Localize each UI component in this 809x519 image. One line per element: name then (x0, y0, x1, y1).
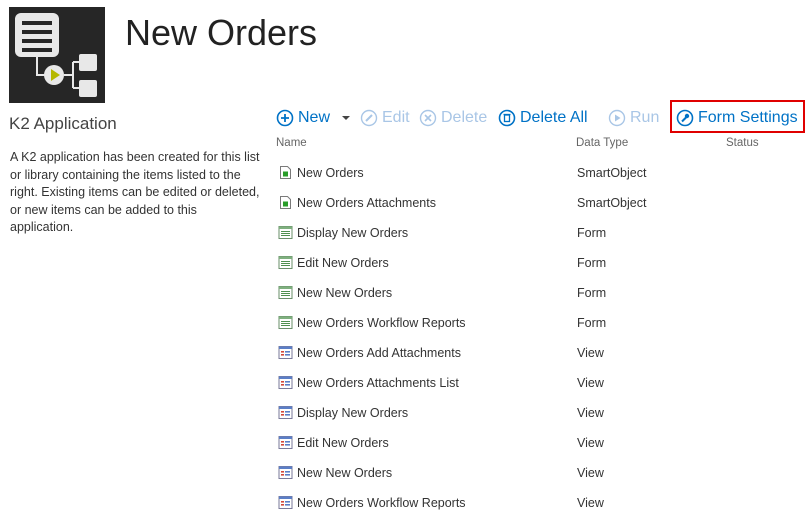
item-name[interactable]: New Orders Attachments (297, 196, 436, 210)
trash-circle-icon (498, 109, 516, 127)
view-icon (278, 375, 293, 390)
item-data-type: Form (577, 316, 607, 330)
run-label: Run (630, 109, 660, 126)
page-title: New Orders (125, 12, 318, 53)
list-item[interactable]: Edit New Orders Form (278, 253, 798, 273)
item-name[interactable]: New Orders Workflow Reports (297, 316, 466, 330)
form-icon (278, 225, 293, 240)
item-data-type: Form (577, 226, 607, 240)
list-item[interactable]: Display New Orders View (278, 403, 798, 423)
item-name[interactable]: New Orders (297, 166, 364, 180)
form-settings-highlight (670, 100, 805, 133)
edit-label: Edit (382, 109, 410, 126)
form-icon (278, 315, 293, 330)
view-icon (278, 435, 293, 450)
list-item[interactable]: New Orders Attachments List View (278, 373, 798, 393)
list-item[interactable]: New Orders Workflow Reports Form (278, 313, 798, 333)
delete-label: Delete (441, 109, 488, 126)
list-item[interactable]: New Orders Attachments SmartObject (278, 193, 798, 213)
run-button[interactable]: Run (608, 106, 659, 130)
view-icon (278, 405, 293, 420)
item-data-type: Form (577, 256, 607, 270)
column-header-data-type[interactable]: Data Type (576, 137, 628, 149)
form-icon (278, 255, 293, 270)
item-name[interactable]: New Orders Attachments List (297, 376, 459, 390)
delete-all-button[interactable]: Delete All (498, 106, 588, 130)
item-name[interactable]: New Orders Workflow Reports (297, 496, 466, 510)
list-item[interactable]: Display New Orders Form (278, 223, 798, 243)
app-heading: K2 Application (9, 114, 117, 133)
view-icon (278, 465, 293, 480)
list-item[interactable]: New Orders Add Attachments View (278, 343, 798, 363)
item-name[interactable]: Display New Orders (297, 406, 408, 420)
app-description: A K2 application has been created for th… (10, 150, 260, 234)
item-data-type: View (577, 436, 604, 450)
list-item[interactable]: New New Orders View (278, 463, 798, 483)
item-data-type: SmartObject (577, 166, 647, 180)
item-data-type: Form (577, 286, 607, 300)
column-header-name[interactable]: Name (276, 137, 307, 149)
delete-all-label: Delete All (520, 109, 588, 126)
pencil-circle-icon (360, 109, 378, 127)
item-data-type: View (577, 466, 604, 480)
form-icon (278, 285, 293, 300)
item-name[interactable]: New New Orders (297, 466, 392, 480)
item-data-type: SmartObject (577, 196, 647, 210)
view-icon (278, 345, 293, 360)
item-data-type: View (577, 406, 604, 420)
item-data-type: View (577, 496, 604, 510)
item-data-type: View (577, 376, 604, 390)
list-item[interactable]: New Orders Workflow Reports View (278, 493, 798, 513)
new-dropdown-button[interactable] (341, 106, 351, 130)
delete-button[interactable]: Delete (419, 106, 487, 130)
x-circle-icon (419, 109, 437, 127)
item-name[interactable]: New Orders Add Attachments (297, 346, 461, 360)
item-name[interactable]: Edit New Orders (297, 256, 389, 270)
smartobject-icon (278, 195, 293, 210)
view-icon (278, 495, 293, 510)
item-name[interactable]: Edit New Orders (297, 436, 389, 450)
new-label: New (298, 109, 331, 126)
list-item[interactable]: New Orders SmartObject (278, 163, 798, 183)
item-name[interactable]: Display New Orders (297, 226, 408, 240)
plus-circle-icon (276, 109, 294, 127)
list-item[interactable]: Edit New Orders View (278, 433, 798, 453)
new-button[interactable]: New (276, 106, 330, 130)
play-circle-icon (608, 109, 626, 127)
edit-button[interactable]: Edit (360, 106, 410, 130)
column-header-status[interactable]: Status (726, 137, 759, 149)
item-data-type: View (577, 346, 604, 360)
smartobject-icon (278, 165, 293, 180)
list-item[interactable]: New New Orders Form (278, 283, 798, 303)
caret-down-icon (342, 116, 350, 120)
item-name[interactable]: New New Orders (297, 286, 392, 300)
k2-app-logo (9, 7, 105, 103)
